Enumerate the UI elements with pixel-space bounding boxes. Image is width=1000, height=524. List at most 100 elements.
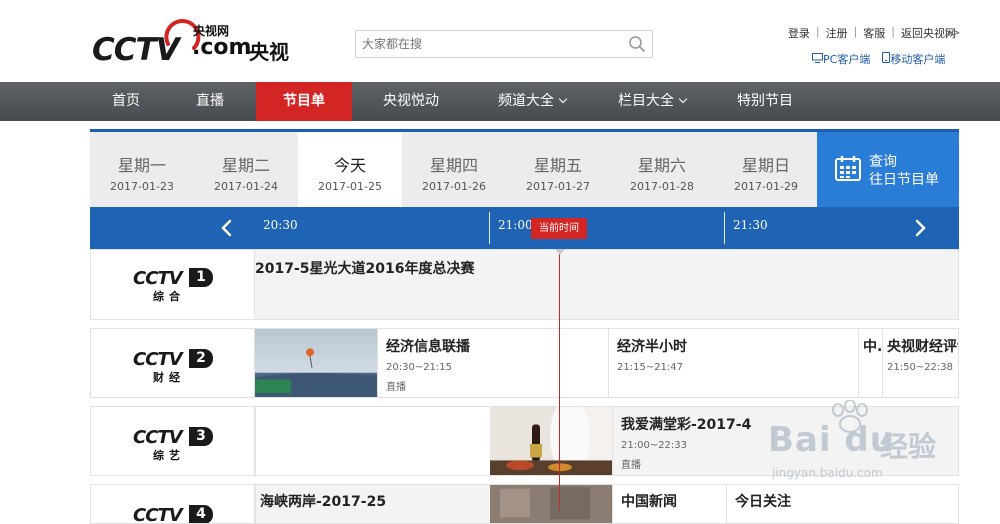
program-title: 央视财经评论 bbox=[887, 339, 958, 355]
day-tab[interactable]: 星期六 2017-01-28 bbox=[610, 132, 714, 207]
watermark-cn: 经验 bbox=[880, 430, 937, 463]
channel-name: 财经 bbox=[153, 371, 185, 384]
separator: | bbox=[815, 25, 820, 38]
history-label-line2: 往日节目单 bbox=[869, 172, 939, 188]
program-time: 21:00~22:33 bbox=[621, 440, 688, 451]
search-icon[interactable] bbox=[628, 35, 646, 53]
channel-row-cctv4: CCTV 4 海峡两岸-2017-25 中国新闻 今日关注 bbox=[90, 484, 959, 524]
chevron-down-icon bbox=[558, 94, 568, 104]
channel-row-cctv1: CCTV 1 综合 2017-5星光大道2016年度总决赛 bbox=[90, 249, 959, 320]
channel-logo-cctv: CCTV bbox=[133, 268, 183, 289]
current-time-line bbox=[559, 249, 560, 510]
search-box bbox=[355, 30, 653, 58]
program-cell[interactable]: 经济信息联播 20:30~21:15 直播 bbox=[377, 329, 608, 397]
program-cell[interactable]: 中. bbox=[858, 329, 882, 397]
day-tab-today[interactable]: 今天 2017-01-25 bbox=[298, 132, 402, 207]
program-title: 今日关注 bbox=[735, 494, 791, 510]
channel-logo-cctv: CCTV bbox=[133, 427, 183, 448]
day-name: 星期六 bbox=[637, 156, 686, 175]
program-cell[interactable]: 经济半小时 21:15~21:47 bbox=[608, 329, 858, 397]
live-badge: 直播 bbox=[621, 460, 641, 471]
program-title: 中. bbox=[863, 339, 883, 355]
day-date: 2017-01-24 bbox=[214, 180, 278, 193]
chevron-down-icon bbox=[678, 94, 688, 104]
program-title: 经济半小时 bbox=[617, 339, 687, 355]
nav-yuedong[interactable]: 央视悦动 bbox=[368, 82, 454, 121]
cctv3-logo: CCTV 3 综艺 bbox=[133, 427, 215, 467]
cctv-logo[interactable]: CCTV 央视网 .com 央视 bbox=[92, 12, 302, 68]
day-name: 星期日 bbox=[741, 156, 790, 175]
nav-live[interactable]: 直播 bbox=[174, 82, 246, 121]
calendar-icon bbox=[835, 156, 861, 181]
day-date: 2017-01-26 bbox=[422, 180, 486, 193]
day-date: 2017-01-28 bbox=[630, 180, 694, 193]
client-links: PC客户端 移动客户端 bbox=[812, 51, 945, 67]
nav-channels-label: 频道大全 bbox=[498, 93, 554, 109]
cctv1-logo: CCTV 1 综合 bbox=[133, 268, 215, 308]
nav-specials[interactable]: 特别节目 bbox=[726, 82, 804, 121]
program-title: 海峡两岸-2017-25 bbox=[260, 494, 387, 510]
day-tab[interactable]: 星期四 2017-01-26 bbox=[402, 132, 506, 207]
register-link[interactable]: 注册 bbox=[826, 25, 848, 41]
nav-channels[interactable]: 频道大全 bbox=[484, 82, 580, 121]
double-chevron-icon[interactable]: >> bbox=[944, 26, 961, 39]
login-link[interactable]: 登录 bbox=[788, 25, 810, 41]
search-input[interactable] bbox=[362, 34, 612, 54]
day-name: 星期二 bbox=[221, 156, 270, 175]
day-name: 星期五 bbox=[533, 156, 582, 175]
site-header: CCTV 央视网 .com 央视 登录 | 注册 | 客服 | 返回央视网 >>… bbox=[0, 0, 1000, 82]
channel-number: 3 bbox=[189, 427, 213, 446]
nav-columns[interactable]: 栏目大全 bbox=[604, 82, 700, 121]
channel-logo-cell[interactable]: CCTV 3 综艺 bbox=[91, 407, 255, 475]
tick-divider bbox=[724, 212, 725, 244]
time-tick: 21:30 bbox=[733, 218, 768, 232]
channel-name: 综艺 bbox=[153, 449, 185, 462]
channel-row-cctv2: CCTV 2 财经 经济信息联播 20:30~21:15 直播 经济半小时 21… bbox=[90, 328, 959, 398]
channel-number: 4 bbox=[189, 505, 213, 523]
channel-name: 综合 bbox=[153, 290, 185, 303]
time-tick: 21:00 bbox=[498, 218, 533, 232]
channel-logo-cell[interactable]: CCTV 2 财经 bbox=[91, 329, 255, 397]
program-cell[interactable]: 央视财经评论 21:50~22:38 bbox=[882, 329, 958, 397]
mobile-client-link[interactable]: 移动客户端 bbox=[882, 51, 945, 67]
program-title: 2017-5星光大道2016年度总决赛 bbox=[255, 261, 475, 277]
program-cell[interactable]: 今日关注 bbox=[726, 485, 958, 523]
day-tab[interactable]: 星期五 2017-01-27 bbox=[506, 132, 610, 207]
day-date: 2017-01-23 bbox=[110, 180, 174, 193]
prev-time-arrow-icon[interactable] bbox=[208, 207, 248, 249]
day-tab[interactable]: 星期二 2017-01-24 bbox=[194, 132, 298, 207]
program-time: 21:15~21:47 bbox=[617, 362, 684, 373]
day-name: 星期一 bbox=[117, 156, 166, 175]
time-tick: 20:30 bbox=[263, 218, 298, 232]
day-tab[interactable]: 星期一 2017-01-23 bbox=[90, 132, 194, 207]
channel-logo-cell[interactable]: CCTV 4 bbox=[91, 485, 255, 523]
logo-cn: 央视 bbox=[249, 40, 289, 64]
next-time-arrow-icon[interactable] bbox=[902, 207, 942, 249]
service-link[interactable]: 客服 bbox=[863, 25, 885, 41]
top-links: 登录 | 注册 | 客服 | 返回央视网 bbox=[788, 25, 956, 41]
nav-schedule[interactable]: 节目单 bbox=[256, 82, 352, 121]
day-tab[interactable]: 星期日 2017-01-29 bbox=[714, 132, 818, 207]
separator: | bbox=[891, 25, 895, 38]
program-cell-empty bbox=[255, 407, 490, 475]
program-thumbnail-image[interactable] bbox=[255, 329, 377, 397]
program-thumbnail-image[interactable] bbox=[490, 485, 612, 523]
cctv4-logo: CCTV 4 bbox=[133, 505, 215, 523]
pc-client-label: PC客户端 bbox=[823, 53, 871, 66]
channel-logo-cell[interactable]: CCTV 1 综合 bbox=[91, 250, 255, 319]
day-name: 今天 bbox=[333, 156, 366, 175]
program-cell[interactable]: 海峡两岸-2017-25 bbox=[255, 485, 490, 523]
current-time-badge: 当前时间 bbox=[531, 218, 587, 239]
program-cell[interactable]: 2017-5星光大道2016年度总决赛 bbox=[255, 250, 958, 319]
pc-client-link[interactable]: PC客户端 bbox=[812, 51, 870, 67]
channel-number: 2 bbox=[189, 349, 213, 368]
nav-columns-label: 栏目大全 bbox=[618, 93, 674, 109]
time-bar: 20:30 21:00 当前时间 21:30 bbox=[90, 207, 959, 249]
nav-home[interactable]: 首页 bbox=[90, 82, 162, 121]
main-nav: 首页 直播 节目单 央视悦动 频道大全 栏目大全 特别节目 bbox=[0, 82, 1000, 121]
program-cell[interactable]: 中国新闻 bbox=[612, 485, 726, 523]
program-thumbnail-image[interactable] bbox=[490, 407, 612, 475]
watermark-url: jingyan.baidu.com bbox=[772, 466, 883, 480]
history-schedule-button[interactable]: 查询 往日节目单 bbox=[817, 132, 959, 207]
day-date: 2017-01-25 bbox=[318, 180, 382, 193]
